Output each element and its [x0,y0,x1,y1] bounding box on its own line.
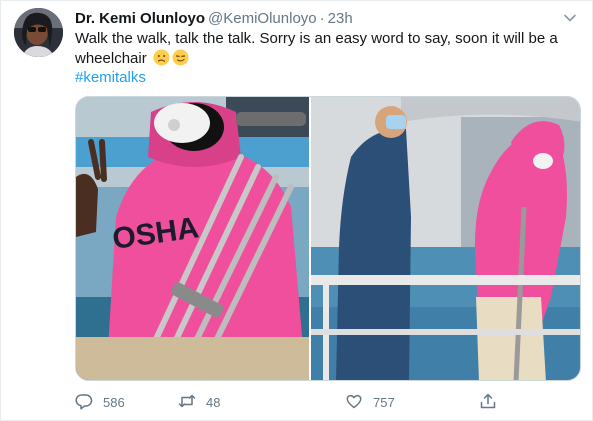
tweet-timestamp[interactable]: 23h [328,10,353,27]
like-count: 757 [373,394,395,410]
tweet-body: Walk the walk, talk the talk. Sorry is a… [75,30,558,67]
hashtag-line: #kemitalks [75,68,146,88]
photo-right[interactable] [311,97,580,380]
retweet-icon [178,392,196,413]
confused-face-emoji [153,49,170,66]
author-handle[interactable]: @KemiOlunloyo [208,10,317,27]
share-button[interactable] [479,391,497,413]
retweet-count: 48 [206,394,221,410]
author-display-name[interactable]: Dr. Kemi Olunloyo [75,10,205,27]
avatar[interactable] [14,8,63,57]
share-icon [479,392,497,413]
heart-icon [345,392,363,413]
separator-dot: · [319,10,325,27]
smirking-face-emoji [172,49,189,66]
hashtag-link[interactable]: #kemitalks [75,69,146,86]
tweet-actions: 586 48 757 [75,391,545,413]
tweet-card[interactable]: Dr. Kemi Olunloyo @KemiOlunloyo · 23h Walk … [0,0,593,421]
tweet-text: Walk the walk, talk the talk. Sorry is a… [75,29,575,69]
reply-count: 586 [103,394,125,410]
retweet-button[interactable]: 48 [178,391,220,413]
tweet-header: Dr. Kemi Olunloyo @KemiOlunloyo · 23h [75,9,353,29]
photo-left[interactable]: OSHA [76,97,309,380]
reply-button[interactable]: 586 [75,391,125,413]
like-button[interactable]: 757 [345,391,395,413]
tweet-media[interactable]: OSHA [75,96,581,381]
reply-icon [75,392,93,413]
chevron-down-icon[interactable] [562,10,578,26]
